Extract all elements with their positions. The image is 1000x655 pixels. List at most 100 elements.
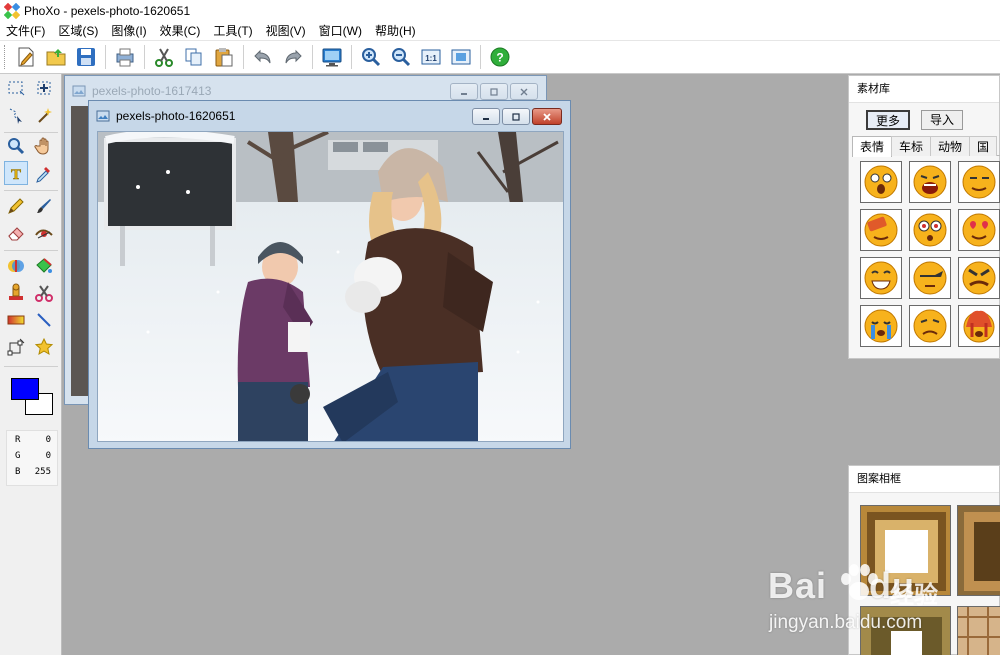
close-button[interactable] [532, 108, 562, 125]
transform-tool[interactable] [4, 335, 28, 359]
foreground-color-swatch[interactable] [11, 378, 39, 400]
color-replace-icon [8, 260, 24, 272]
eraser-tool[interactable] [4, 221, 28, 245]
import-button[interactable]: 导入 [921, 110, 964, 130]
toolbar-separator [351, 45, 352, 69]
menu-tools[interactable]: 工具(T) [207, 22, 259, 41]
new-file-button[interactable] [13, 44, 39, 70]
more-button[interactable]: 更多 [866, 110, 911, 130]
magic-wand-tool[interactable] [32, 103, 56, 127]
star-shape-tool[interactable] [32, 335, 56, 359]
emoji-thumb[interactable] [860, 305, 902, 347]
eyedropper-tool[interactable] [32, 161, 56, 185]
blushing-emoji-icon [864, 213, 898, 247]
b-label: B [15, 466, 21, 477]
brush-tool[interactable] [32, 194, 56, 218]
print-icon [116, 48, 134, 67]
screen-capture-button[interactable] [319, 44, 345, 70]
text-tool[interactable]: T [4, 161, 28, 185]
color-replace-tool[interactable] [4, 254, 28, 278]
save-button[interactable] [73, 44, 99, 70]
scissors-tool[interactable] [32, 281, 56, 305]
copy-button[interactable] [181, 44, 207, 70]
emoji-thumb[interactable] [860, 209, 902, 251]
frame-thumb[interactable] [957, 505, 1000, 596]
menu-view[interactable]: 视图(V) [260, 22, 313, 41]
frame-thumb[interactable] [860, 505, 951, 596]
surprised-emoji-icon [864, 165, 898, 199]
help-button[interactable]: ? [487, 44, 513, 70]
panel-title: 素材库 [849, 76, 999, 103]
rect-select-tool[interactable] [4, 76, 28, 100]
line-icon [37, 313, 51, 327]
b-value: 255 [34, 466, 51, 477]
emoji-thumb[interactable] [909, 305, 951, 347]
clone-stamp-tool[interactable] [4, 281, 28, 305]
gold-frame-icon [861, 506, 950, 595]
zoom-out-button[interactable] [388, 44, 414, 70]
emoji-thumb[interactable] [909, 161, 951, 203]
rgb-row-r: R0 [7, 432, 57, 447]
emoji-thumb[interactable] [958, 305, 1000, 347]
hand-pan-tool[interactable] [32, 134, 56, 158]
zoom-tool[interactable] [4, 134, 28, 158]
menu-help[interactable]: 帮助(H) [369, 22, 423, 41]
pencil-icon [8, 198, 24, 214]
fit-window-icon [451, 49, 471, 65]
redo-button[interactable] [280, 44, 306, 70]
pencil-tool[interactable] [4, 194, 28, 218]
print-button[interactable] [112, 44, 138, 70]
document-window-front[interactable]: pexels-photo-1620651 [88, 100, 571, 449]
image-canvas[interactable] [97, 131, 564, 442]
panel-title: 图案相框 [849, 466, 999, 493]
toolbar-grip[interactable] [4, 45, 7, 69]
menu-file[interactable]: 文件(F) [0, 22, 52, 41]
fit-window-button[interactable] [448, 44, 474, 70]
tab-animals[interactable]: 动物 [930, 136, 971, 156]
move-tool[interactable] [32, 76, 56, 100]
menu-image[interactable]: 图像(I) [105, 22, 153, 41]
tab-car-logos[interactable]: 车标 [891, 136, 932, 156]
gradient-tool[interactable] [4, 308, 28, 332]
fill-bucket-tool[interactable] [32, 254, 56, 278]
lasso-select-tool[interactable] [4, 103, 28, 127]
minimize-button[interactable] [450, 83, 478, 100]
undo-button[interactable] [250, 44, 276, 70]
frame-thumb[interactable] [860, 606, 951, 655]
zoom-in-button[interactable] [358, 44, 384, 70]
brush-icon [37, 199, 51, 213]
toolbar-separator [312, 45, 313, 69]
emoji-thumb[interactable] [958, 257, 1000, 299]
close-icon [543, 112, 551, 121]
smirk-emoji-icon [962, 165, 996, 199]
smudge-tool[interactable] [32, 221, 56, 245]
emoji-thumb[interactable] [909, 257, 951, 299]
restore-button[interactable] [480, 83, 508, 100]
restore-icon [512, 112, 520, 121]
paste-button[interactable] [211, 44, 237, 70]
menu-window[interactable]: 窗口(W) [313, 22, 369, 41]
tab-more[interactable]: 国 [969, 136, 998, 156]
tab-expressions[interactable]: 表情 [852, 136, 893, 157]
actual-size-button[interactable]: 1:1 [418, 44, 444, 70]
rgb-readout: R0 G0 B 255 [6, 430, 58, 486]
rgb-row-g: G0 [7, 448, 57, 463]
menu-effects[interactable]: 效果(C) [154, 22, 208, 41]
emoji-thumb[interactable] [860, 161, 902, 203]
rgb-row-b: B 255 [7, 464, 57, 479]
restore-button[interactable] [502, 108, 530, 125]
cut-button[interactable] [151, 44, 177, 70]
close-button[interactable] [510, 83, 538, 100]
emoji-thumb[interactable] [860, 257, 902, 299]
open-button[interactable] [43, 44, 69, 70]
document-title: pexels-photo-1620651 [116, 109, 236, 123]
emoji-thumb[interactable] [909, 209, 951, 251]
frown-emoji-icon [913, 309, 947, 343]
open-folder-icon [46, 49, 66, 66]
emoji-thumb[interactable] [958, 161, 1000, 203]
line-tool[interactable] [32, 308, 56, 332]
minimize-button[interactable] [472, 108, 500, 125]
frame-thumb[interactable] [957, 606, 1000, 655]
menu-region[interactable]: 区域(S) [52, 22, 105, 41]
emoji-thumb[interactable] [958, 209, 1000, 251]
